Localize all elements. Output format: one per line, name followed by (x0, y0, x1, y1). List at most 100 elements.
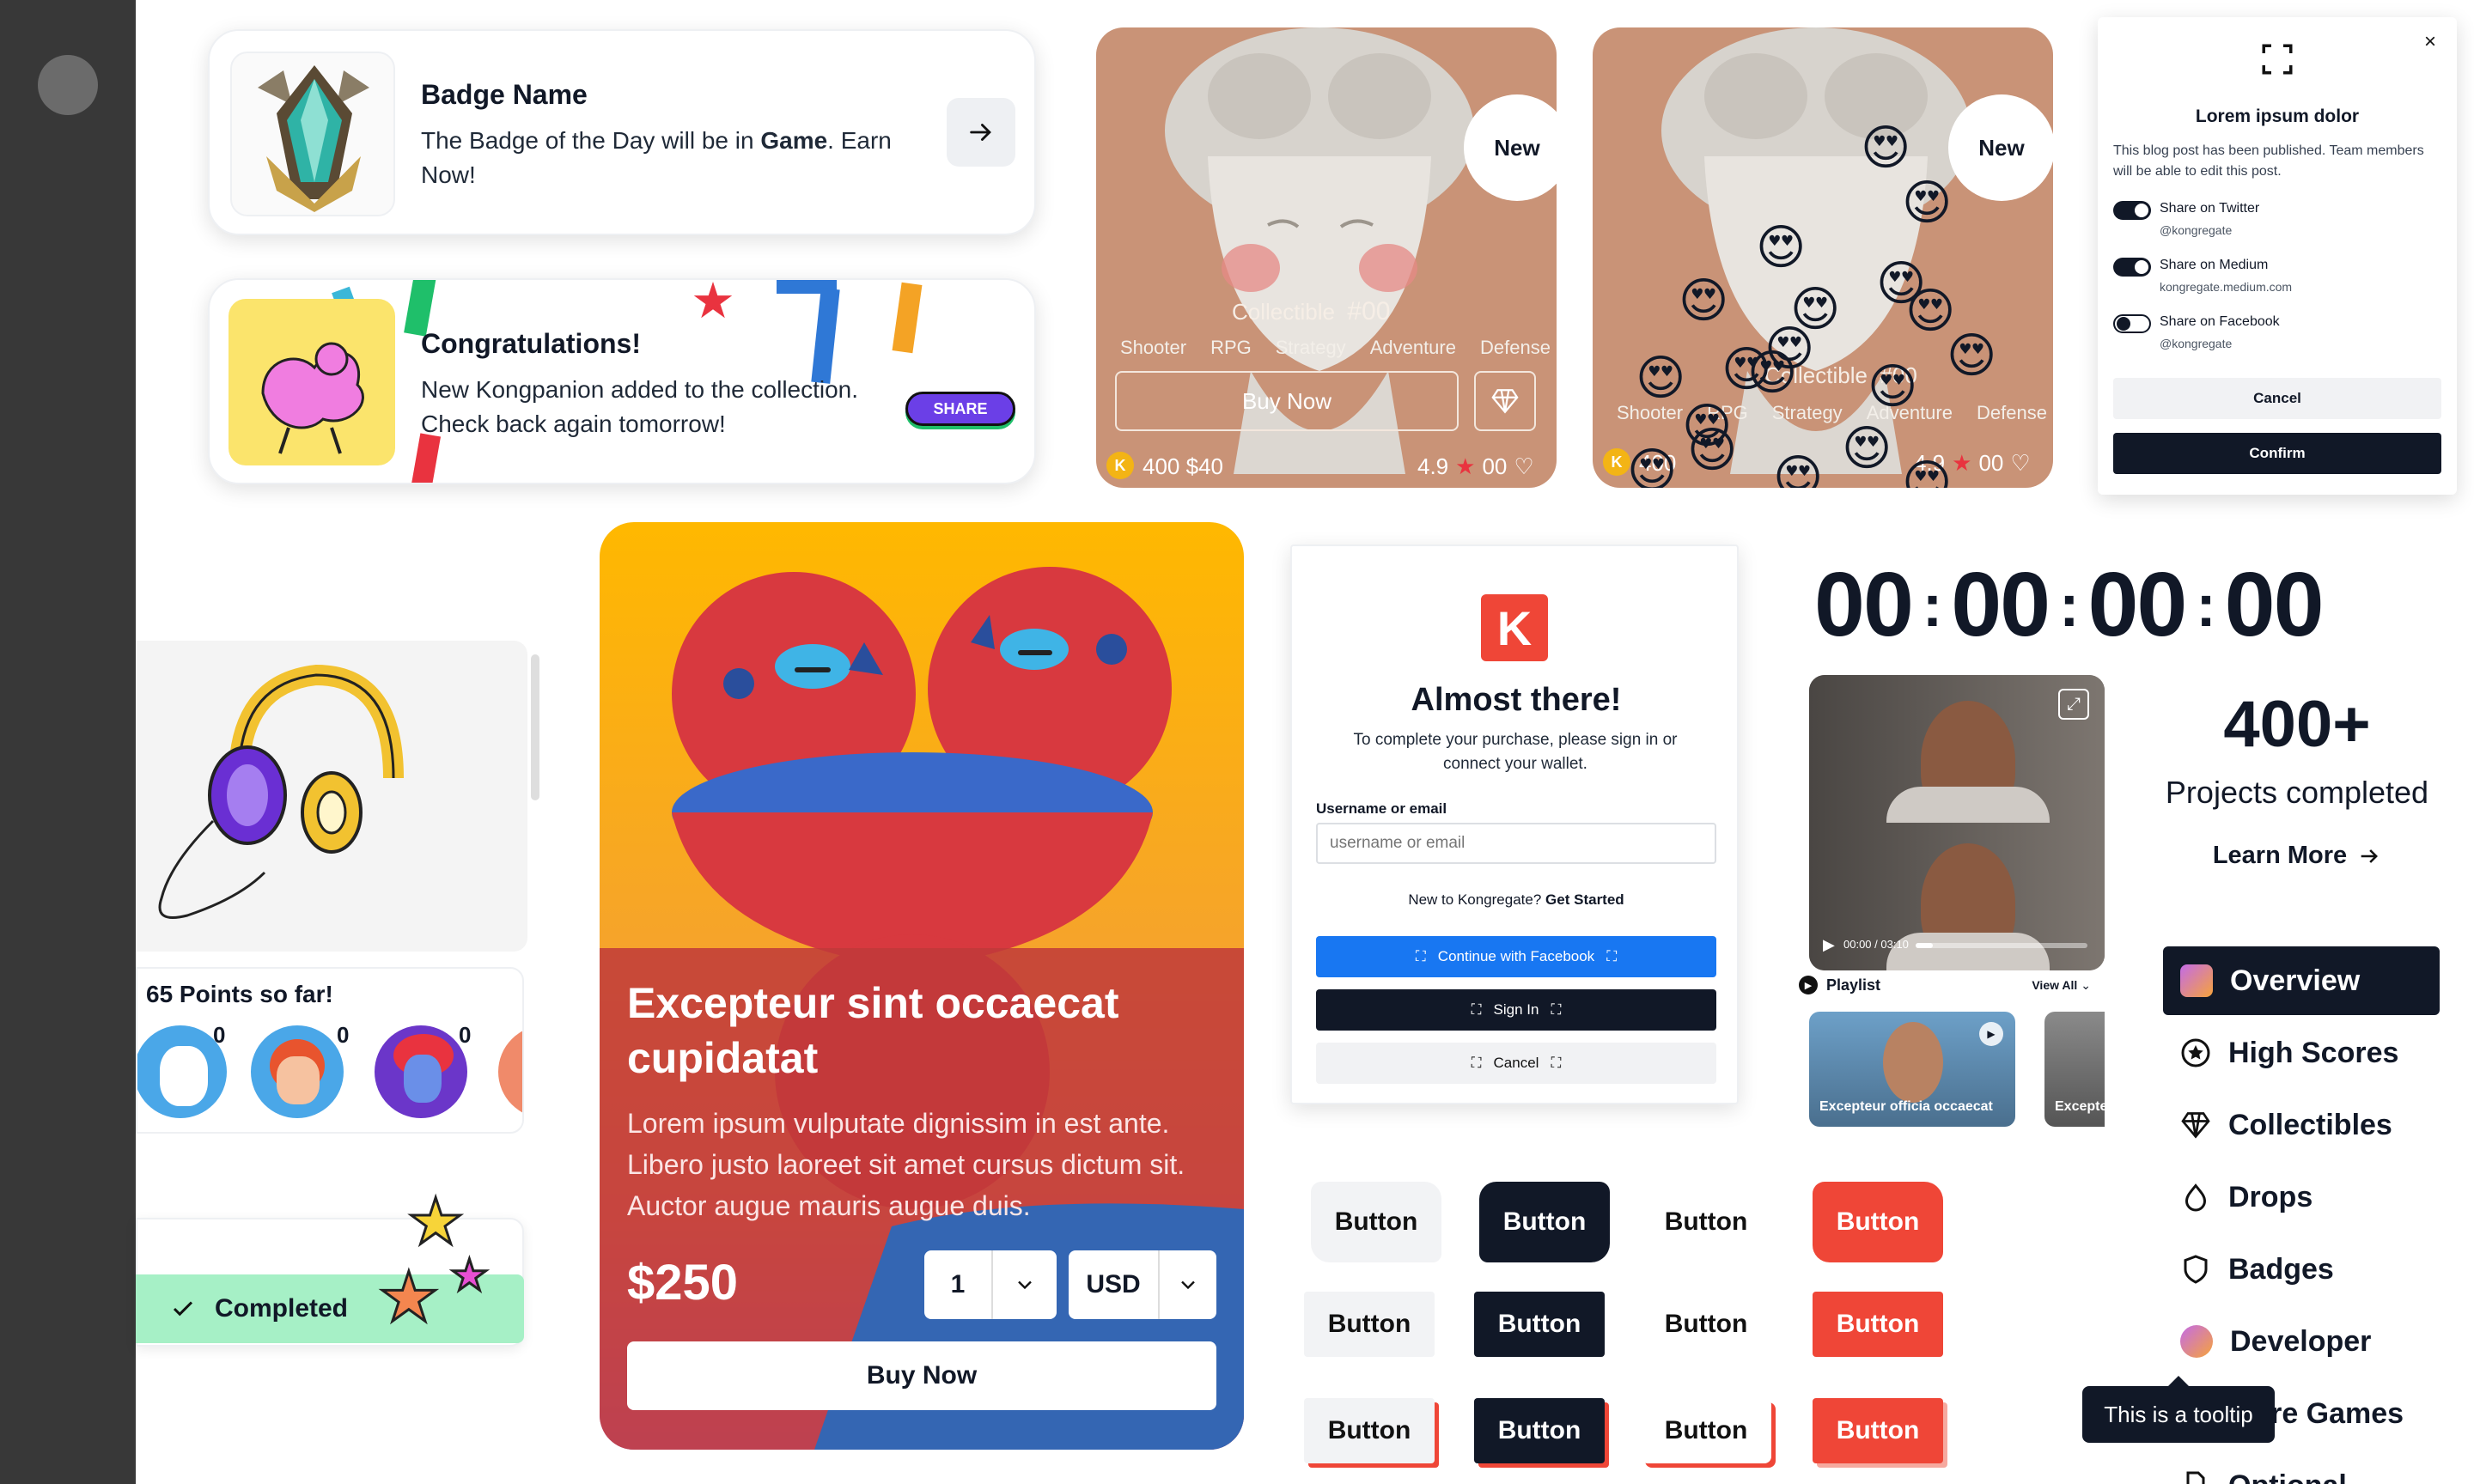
playlist-thumb[interactable]: ▶ Excepteur officia occaecat (1809, 1012, 2015, 1127)
heart-eyes-emoji: 😍 (1773, 450, 1824, 489)
heart-icon[interactable]: ♡ (2010, 450, 2030, 477)
login-cancel-button[interactable]: ⛶ Cancel ⛶ (1316, 1043, 1716, 1084)
menu-item-high-scores[interactable]: High Scores (2163, 1019, 2440, 1087)
menu-item-badges[interactable]: Badges (2163, 1235, 2440, 1304)
menu-item-drops[interactable]: Drops (2163, 1163, 2440, 1232)
promo-bottom-shape (814, 1203, 1244, 1450)
badge-arrow-button[interactable] (947, 98, 1015, 167)
kongpanion-image (229, 299, 395, 465)
signin-label: Sign In (1493, 1001, 1539, 1018)
medium-handle: kongregate.medium.com (2160, 280, 2293, 294)
menu-label: Overview (2230, 964, 2361, 997)
countdown: 00 : 00 : 00 : 00 (1814, 553, 2325, 657)
headphones-panel (136, 641, 527, 952)
badge-image (230, 52, 395, 216)
tag[interactable]: RPG (1210, 337, 1252, 359)
heart-icon[interactable]: ♡ (1514, 453, 1533, 480)
button-ghost[interactable]: Button (1641, 1398, 1771, 1463)
expand-icon: ⛶ (1471, 1055, 1482, 1071)
menu-item-optional[interactable]: Optional (2163, 1451, 2440, 1484)
medium-toggle[interactable] (2113, 258, 2151, 277)
tag[interactable]: Defense (1480, 337, 1551, 359)
share-button[interactable]: SHARE (905, 392, 1015, 426)
promo-body: Lorem ipsum vulputate dignissim in est a… (627, 1108, 1185, 1221)
heart-eyes-emoji: 😍 (1902, 175, 1953, 229)
sidebar-avatar[interactable] (38, 55, 98, 115)
badge-title: Badge Name (421, 79, 588, 110)
tag[interactable]: Shooter (1617, 402, 1683, 424)
view-all-link[interactable]: View All (2032, 978, 2077, 992)
person-hoodie (1886, 933, 2050, 970)
expand-icon: ⛶ (1415, 948, 1426, 964)
button-light[interactable]: Button (1304, 1398, 1435, 1463)
medium-label: Share on Medium (2160, 258, 2269, 272)
progress-bar[interactable] (1916, 943, 2087, 948)
menu-item-overview[interactable]: Overview (2163, 946, 2440, 1015)
scrollbar-thumb[interactable] (531, 654, 539, 800)
button-red[interactable]: Button (1813, 1398, 1943, 1463)
collect-diamond-button[interactable] (1474, 371, 1536, 431)
countdown-separator: : (1922, 571, 1942, 639)
countdown-hours: 00 (1951, 554, 2050, 655)
promo-buy-button[interactable]: Buy Now (627, 1341, 1216, 1410)
product-card-2[interactable]: New Collectible #00 Shooter RPG Strategy… (1593, 27, 2053, 488)
product-card-1[interactable]: New Collectible #00 Shooter RPG Strategy… (1096, 27, 1557, 488)
button-red[interactable]: Button (1813, 1292, 1943, 1357)
fullscreen-icon[interactable]: ⤢ (2058, 689, 2089, 720)
video-player[interactable]: ⤢ ▶ 00:00 / 03:10 (1809, 675, 2105, 970)
username-input[interactable] (1316, 823, 1716, 864)
quantity-select[interactable]: 1 (924, 1250, 1057, 1319)
tag[interactable]: Defense (1977, 402, 2047, 424)
modal-title: Lorem ipsum dolor (2195, 106, 2360, 126)
congrats-text: New Kongpanion added to the collection. … (421, 376, 859, 437)
button-ghost[interactable]: Button (1641, 1292, 1771, 1357)
twitter-toggle[interactable] (2113, 201, 2151, 220)
button-red[interactable]: Button (1813, 1182, 1943, 1262)
rating-row-1: 4.9 ★ 00 ♡ (1417, 453, 1534, 480)
playlist-thumb[interactable]: Excepteur (2044, 1012, 2105, 1127)
button-ghost[interactable]: Button (1641, 1182, 1771, 1262)
heart-eyes-emoji: 😍 (1902, 455, 1953, 489)
button-dark[interactable]: Button (1474, 1398, 1605, 1463)
tag[interactable]: Shooter (1120, 337, 1186, 359)
button-light[interactable]: Button (1304, 1292, 1435, 1357)
facebook-button[interactable]: ⛶ Continue with Facebook ⛶ (1316, 936, 1716, 977)
countdown-days: 00 (1814, 554, 1914, 655)
heart-eyes-emoji: 😍 (1868, 359, 1918, 413)
tag[interactable]: Strategy (1772, 402, 1843, 424)
congrats-title: Congratulations! (421, 328, 641, 359)
signin-button[interactable]: ⛶ Sign In ⛶ (1316, 989, 1716, 1031)
stat-number: 400+ (2223, 688, 2371, 761)
price-usd-1: $40 (1185, 453, 1224, 479)
collectible-text-1: Collectible (1232, 299, 1335, 325)
button-dark[interactable]: Button (1479, 1182, 1610, 1262)
menu-item-developer[interactable]: Developer (2163, 1307, 2440, 1376)
heart-eyes-emoji: 😍 (1687, 423, 1738, 477)
coin-icon: K (1106, 452, 1134, 479)
play-icon[interactable]: ▶ (1823, 936, 1835, 954)
expand-icon: ⛶ (1471, 1001, 1482, 1018)
menu-label: Optional (2228, 1469, 2347, 1484)
expand-icon (2262, 44, 2293, 75)
badge-text-game: Game (760, 127, 828, 154)
promo-title: Excepteur sint occaecat cupidatat (627, 979, 1119, 1082)
modal-confirm-button[interactable]: Confirm (2113, 433, 2441, 474)
buy-now-button-1[interactable]: Buy Now (1115, 371, 1459, 431)
cancel-label: Cancel (1493, 1055, 1539, 1071)
currency-select[interactable]: USD (1069, 1250, 1216, 1319)
expand-icon: ⛶ (1551, 1055, 1562, 1071)
tag[interactable]: Strategy (1276, 337, 1346, 359)
close-icon[interactable]: × (2417, 29, 2443, 55)
learn-more-link[interactable]: Learn More (2142, 842, 2452, 870)
button-light[interactable]: Button (1311, 1182, 1441, 1262)
shield-icon (2184, 1255, 2208, 1284)
arrow-right-icon (2361, 848, 2379, 863)
avatar-count: 0 (213, 1022, 226, 1048)
get-started-link[interactable]: Get Started (1545, 891, 1624, 908)
menu-item-collectibles[interactable]: Collectibles (2163, 1091, 2440, 1159)
tag[interactable]: Adventure (1370, 337, 1456, 359)
facebook-toggle[interactable] (2113, 314, 2151, 333)
button-dark[interactable]: Button (1474, 1292, 1605, 1357)
avatar (251, 1025, 344, 1118)
modal-cancel-button[interactable]: Cancel (2113, 378, 2441, 419)
